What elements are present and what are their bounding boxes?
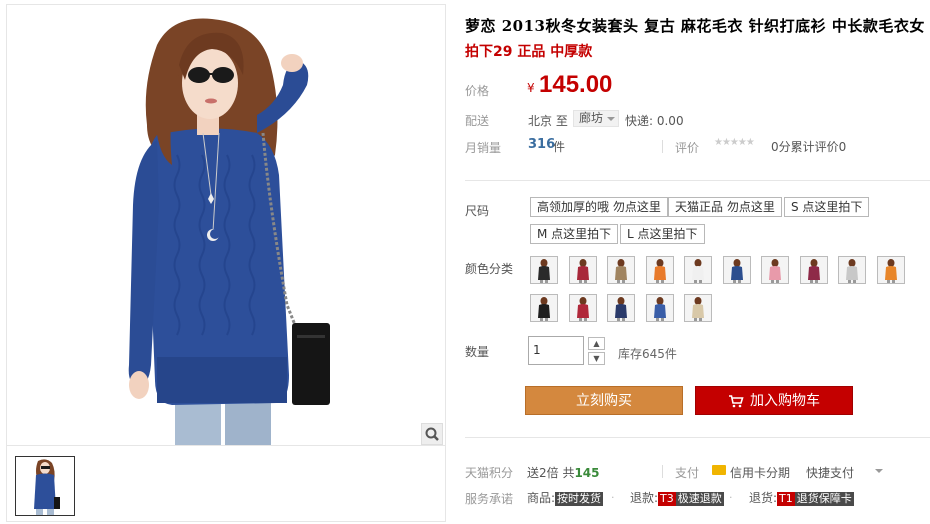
product-subtitle: 拍下29 正品 中厚款 [465, 44, 593, 60]
destination-city: 廊坊 [579, 111, 604, 125]
color-swatch-navy[interactable] [607, 294, 635, 322]
add-to-cart-label: 加入购物车 [750, 393, 820, 409]
credit-card-icon [712, 465, 726, 475]
payment-label: 支付 [675, 466, 700, 480]
quick-pay[interactable]: 快捷支付 [806, 464, 854, 481]
product-main-image[interactable] [7, 5, 445, 445]
credit-card-installment[interactable]: 信用卡分期 [730, 464, 790, 481]
shipping-label: 配送 [465, 114, 490, 128]
color-swatch-blue[interactable] [722, 256, 751, 284]
color-swatch-blue2[interactable] [645, 294, 674, 322]
color-swatch-black[interactable] [530, 256, 558, 284]
quantity-label: 数量 [465, 345, 490, 359]
promise-item[interactable]: 退款: T3 极速退款 [630, 489, 724, 506]
buy-now-button[interactable]: 立刻购买 [525, 386, 683, 415]
points-value: 145 [574, 466, 600, 480]
promise-item[interactable]: 退货: T1 退货保障卡 [749, 489, 854, 506]
chevron-down-icon [607, 117, 615, 121]
color-swatch-black2[interactable] [530, 294, 558, 322]
price-label: 价格 [465, 84, 490, 98]
monthly-sales-unit: 件 [553, 140, 566, 154]
add-to-cart-button[interactable]: 加入购物车 [695, 386, 853, 415]
promise-tag: T1 [777, 492, 795, 506]
divider [465, 180, 930, 181]
cart-icon [729, 395, 744, 408]
ship-from: 北京 至 [528, 114, 568, 128]
color-swatch-orange2[interactable] [876, 256, 905, 284]
express-fee: 快递: 0.00 [625, 114, 684, 128]
product-info: 萝恋 2013秋冬女装套头 复古 麻花毛衣 针织打底衫 中长款毛衣女 拍下29 … [465, 0, 930, 524]
quantity-increase-icon[interactable]: ▲ [588, 337, 605, 350]
divider [465, 437, 930, 438]
color-swatch-red2[interactable] [568, 294, 597, 322]
monthly-sales-label: 月销量 [465, 141, 502, 155]
quantity-input[interactable]: 1 [528, 336, 584, 365]
divider [662, 140, 663, 153]
promise-tag: T3 [658, 492, 676, 506]
color-swatch-orange[interactable] [645, 256, 674, 284]
color-swatch-khaki[interactable] [607, 256, 635, 284]
color-swatch-beige[interactable] [684, 294, 712, 322]
review-label: 评价 [675, 141, 700, 155]
size-label: 尺码 [465, 204, 490, 218]
thumbnail-image[interactable] [15, 456, 75, 516]
currency-symbol: ¥ [527, 81, 535, 95]
separator-dot: · [611, 491, 615, 504]
color-swatch-red[interactable] [568, 256, 597, 284]
promise-tag: 按时发货 [555, 492, 604, 506]
color-label: 颜色分类 [465, 262, 514, 276]
product-title: 萝恋 2013秋冬女装套头 复古 麻花毛衣 针织打底衫 中长款毛衣女 [465, 17, 925, 35]
review-summary[interactable]: 0分累计评价0 [771, 138, 846, 155]
size-option[interactable]: L 点这里拍下 [620, 224, 705, 244]
destination-city-select[interactable]: 廊坊 [573, 110, 619, 127]
size-option[interactable]: 高领加厚的哦 勿点这里 [530, 197, 668, 217]
service-promise-label: 服务承诺 [465, 492, 514, 506]
monthly-sales-count: 316 [528, 137, 556, 152]
color-swatch-white[interactable] [684, 256, 712, 284]
chevron-down-icon[interactable] [875, 469, 883, 473]
thumbnail-strip [7, 445, 445, 521]
rating-stars-icon: ★★★★★ [714, 137, 755, 148]
price-value: 145.00 [539, 71, 613, 98]
product-gallery [6, 4, 446, 522]
model-illustration [128, 18, 330, 445]
points-label: 天猫积分 [465, 466, 514, 480]
quantity-decrease-icon[interactable]: ▼ [588, 352, 605, 365]
color-swatch-burgundy[interactable] [799, 256, 828, 284]
size-option[interactable]: 天猫正品 勿点这里 [668, 197, 782, 217]
points-info: 送2倍 共145 [527, 466, 600, 480]
size-option[interactable]: M 点这里拍下 [530, 224, 619, 244]
color-swatch-grey[interactable] [838, 256, 866, 284]
promise-tag: 极速退款 [675, 492, 724, 506]
divider [662, 465, 663, 478]
color-swatch-pink[interactable] [761, 256, 789, 284]
separator-dot: · [729, 491, 733, 504]
promise-tag: 退货保障卡 [794, 492, 854, 506]
size-option[interactable]: S 点这里拍下 [784, 197, 870, 217]
zoom-icon[interactable] [421, 423, 443, 445]
stock-text: 库存645件 [618, 347, 677, 361]
promise-item[interactable]: 商品: 按时发货 [527, 489, 604, 506]
